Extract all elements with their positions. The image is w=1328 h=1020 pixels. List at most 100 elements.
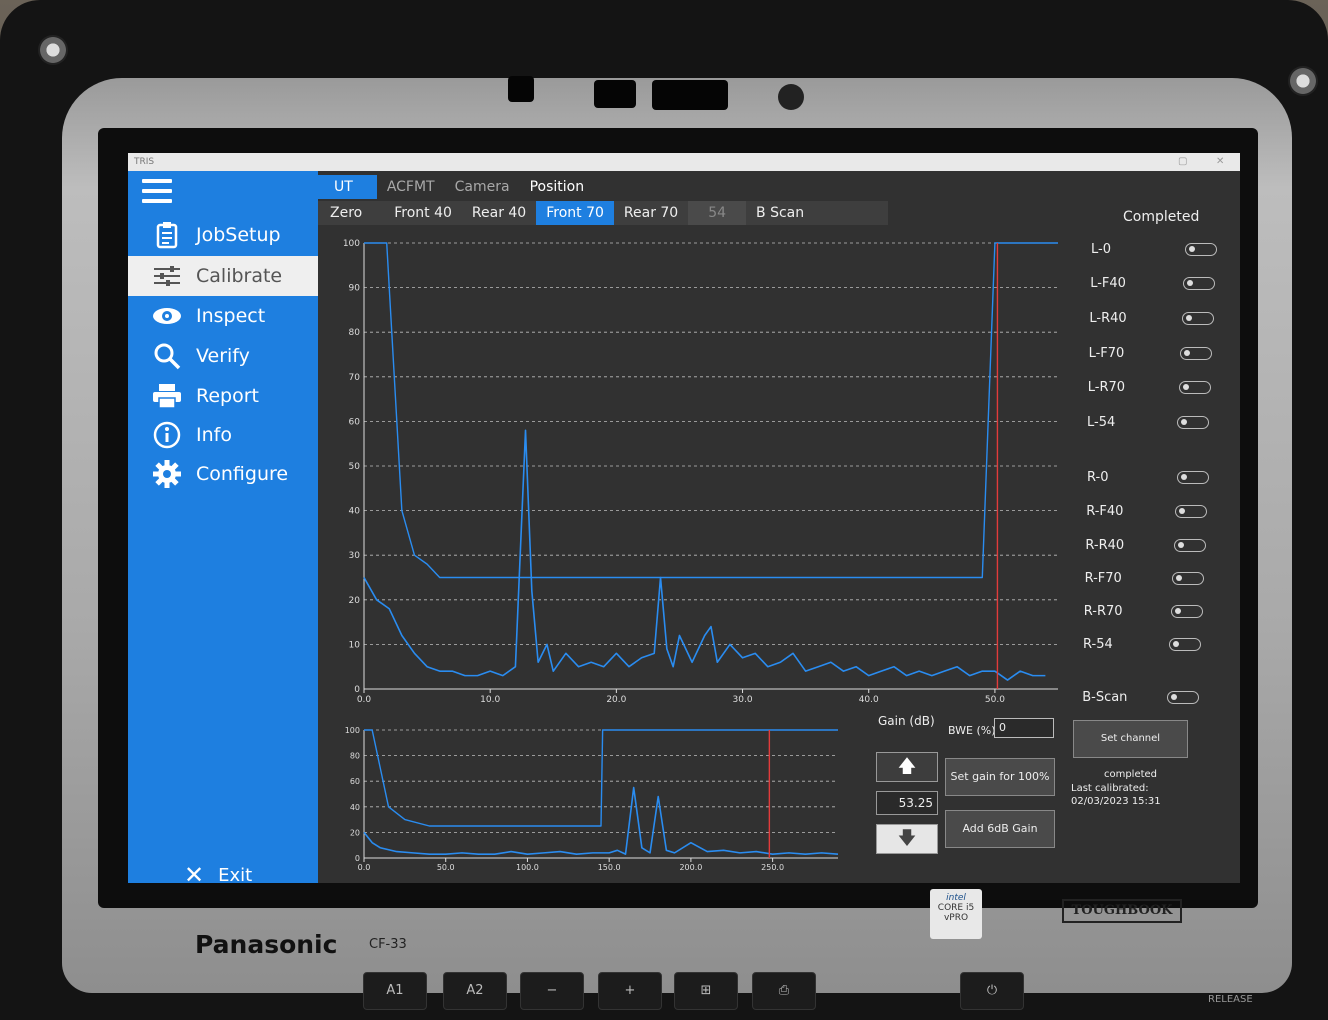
channel-completed-toggle[interactable] [1169, 638, 1201, 651]
arrow-up-icon: 🡅 [897, 756, 917, 777]
gain-up-button[interactable]: 🡅 [876, 752, 938, 782]
channel-completed-toggle[interactable] [1181, 312, 1214, 325]
y-tick-label: 20 [349, 596, 361, 606]
tab-position[interactable]: Position [520, 175, 595, 199]
gain-down-button[interactable]: 🡇 [876, 824, 938, 854]
add-6db-gain-button[interactable]: Add 6dB Gain [945, 810, 1055, 848]
tab-b-scan[interactable]: B Scan [746, 201, 814, 225]
channel-label: L-R70 [1087, 380, 1126, 395]
sidebar-item-label: Report [196, 385, 259, 407]
channel-completed-toggle[interactable] [1172, 572, 1205, 585]
eye-icon [150, 302, 184, 330]
sidebar-item-jobsetup[interactable]: JobSetup [128, 215, 318, 255]
channel-completed-toggle[interactable] [1175, 505, 1208, 518]
overview-chart: 0 20 40 60 80 100 0.0 50.0 100.0 150.0 200.0 250.0 [345, 726, 839, 872]
toggle-knob [1177, 542, 1184, 548]
hamburger-menu-icon[interactable] [142, 179, 172, 209]
sidebar-item-label: Calibrate [196, 265, 283, 287]
hw-key-plus[interactable]: + [598, 972, 662, 1010]
x-tick-label: 150.0 [598, 863, 621, 872]
series-dac-curve [364, 729, 838, 827]
tab-zero[interactable]: Zero [318, 201, 384, 225]
tab-54[interactable]: 54 [688, 201, 747, 225]
toggle-knob [1174, 608, 1181, 614]
screw-icon [38, 35, 68, 65]
intel-badge: intel CORE i5 vPRO [930, 889, 982, 939]
y-tick-label: 80 [349, 328, 361, 338]
exit-button[interactable]: ✕ Exit [184, 861, 252, 883]
sliders-icon [150, 262, 184, 290]
channel-row: R-54 [1083, 634, 1218, 656]
channel-completed-toggle[interactable] [1178, 381, 1211, 394]
tab-acfmt[interactable]: ACFMT [377, 175, 445, 199]
intel-line: intel [946, 893, 966, 903]
brand-logo: Panasonic [195, 930, 338, 959]
channel-completed-toggle[interactable] [1185, 243, 1217, 256]
sidebar-item-label: JobSetup [196, 224, 281, 246]
hardware-keys: A1 A2 − + ⊞ ⎙ ⏻ [360, 968, 1240, 1020]
channel-label: R-54 [1083, 637, 1113, 652]
sidebar-item-inspect[interactable]: Inspect [128, 296, 318, 336]
sidebar: JobSetup Calibrate Inspect Verify Report… [128, 171, 318, 883]
y-tick-label: 100 [345, 726, 360, 735]
series-dac-curve [364, 242, 1058, 579]
sidebar-item-configure[interactable]: Configure [128, 454, 318, 494]
hw-key-a1[interactable]: A1 [363, 972, 427, 1010]
sidebar-item-report[interactable]: Report [128, 376, 318, 416]
tab-camera[interactable]: Camera [445, 175, 520, 199]
y-tick-label: 30 [349, 551, 361, 561]
gain-value-field[interactable]: 53.25 [876, 791, 938, 815]
x-tick-label: 10.0 [480, 695, 500, 705]
close-icon[interactable]: ✕ [1216, 153, 1224, 171]
hw-key-a2[interactable]: A2 [443, 972, 507, 1010]
printer-icon [150, 382, 184, 410]
channel-completed-toggle[interactable] [1183, 277, 1216, 290]
tab-ut[interactable]: UT [318, 175, 377, 199]
channel-completed-toggle[interactable] [1170, 605, 1203, 618]
tab-front-70[interactable]: Front 70 [536, 201, 614, 225]
hw-key-minus[interactable]: − [520, 972, 584, 1010]
channel-label: L-F40 [1090, 276, 1126, 291]
toggle-knob [1181, 419, 1187, 425]
channel-completed-toggle[interactable] [1173, 539, 1206, 552]
maximize-icon[interactable]: ▢ [1178, 153, 1187, 171]
channel-row: L-54 [1083, 412, 1218, 434]
intel-line: vPRO [943, 913, 969, 923]
sidebar-item-calibrate[interactable]: Calibrate [128, 256, 318, 296]
tab-front-40[interactable]: Front 40 [384, 201, 462, 225]
window-titlebar: TRIS ▢ ✕ [128, 153, 1240, 171]
model-label: CF-33 [369, 937, 407, 952]
tab-rear-40[interactable]: Rear 40 [462, 201, 536, 225]
app-screen: TRIS ▢ ✕ JobSetup Calibrate Inspect Veri… [128, 153, 1240, 883]
last-calibrated-value: 02/03/2023 15:31 [1071, 796, 1161, 807]
sidebar-item-label: Inspect [196, 305, 266, 327]
tab-rear-70[interactable]: Rear 70 [614, 201, 688, 225]
hw-key-power[interactable]: ⏻ [960, 972, 1024, 1010]
channel-completed-toggle[interactable] [1180, 347, 1213, 360]
toggle-knob [1185, 315, 1192, 321]
channel-row: L-F40 [1083, 273, 1218, 295]
x-tick-label: 0.0 [357, 695, 372, 705]
sidebar-item-info[interactable]: Info [128, 415, 318, 455]
intel-line: CORE i5 [937, 903, 975, 913]
channel-label: L-0 [1091, 242, 1111, 257]
camera-icon [652, 80, 728, 110]
toggle-knob [1173, 641, 1179, 647]
y-tick-label: 100 [343, 239, 360, 249]
set-channel-completed-button[interactable]: Set channel completed [1073, 720, 1188, 780]
x-tick-label: 250.0 [761, 863, 784, 872]
y-tick-label: 40 [349, 507, 361, 517]
bwe-input[interactable]: 0 [994, 718, 1054, 738]
channel-row: L-0 [1083, 239, 1218, 261]
channel-completed-toggle[interactable] [1177, 416, 1209, 429]
channel-row: R-0 [1083, 467, 1218, 489]
a-scan-chart: 0 10 20 30 40 50 60 70 80 90 100 0.0 10.0 20.0 30.0 40.… [343, 239, 1058, 705]
channel-completed-toggle[interactable] [1177, 471, 1209, 484]
hw-key-windows[interactable]: ⊞ [674, 972, 738, 1010]
sidebar-item-verify[interactable]: Verify [128, 336, 318, 376]
hw-key-rotate[interactable]: ⎙ [752, 972, 816, 1010]
channel-completed-toggle[interactable] [1167, 691, 1200, 704]
x-tick-label: 0.0 [358, 863, 371, 872]
toggle-knob [1184, 350, 1191, 356]
set-gain-button[interactable]: Set gain for 100% [945, 758, 1055, 796]
